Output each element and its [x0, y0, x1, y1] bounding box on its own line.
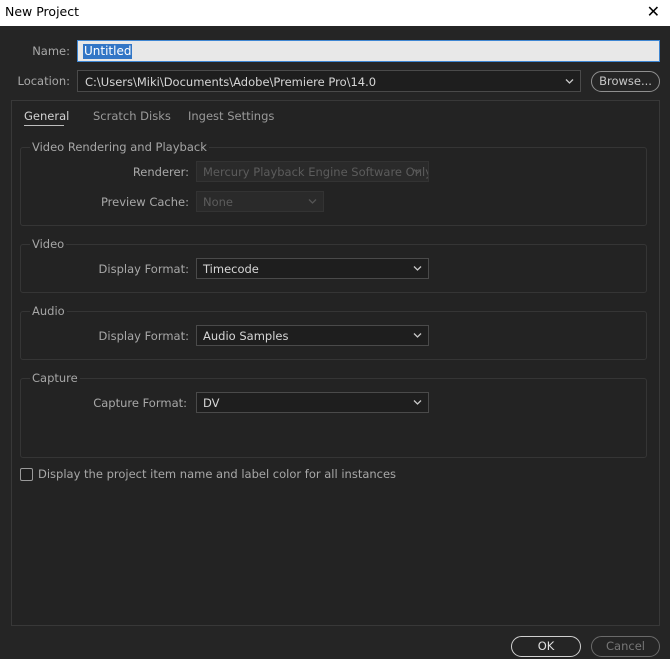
preview-cache-value: None [203, 195, 234, 209]
audio-display-format-dropdown[interactable]: Audio Samples [196, 325, 429, 346]
cancel-button[interactable]: Cancel [591, 636, 660, 657]
audio-display-format-label: Display Format: [98, 329, 189, 343]
video-rendering-title: Video Rendering and Playback [30, 140, 209, 154]
chevron-down-icon [308, 199, 317, 204]
ok-button[interactable]: OK [511, 636, 581, 657]
capture-format-value: DV [203, 396, 220, 410]
display-label-color-checkbox[interactable] [20, 468, 33, 481]
location-dropdown[interactable]: C:\Users\Miki\Documents\Adobe\Premiere P… [77, 70, 581, 92]
name-field-value: Untitled [83, 44, 133, 59]
chevron-down-icon [413, 400, 422, 405]
chevron-down-icon [413, 266, 422, 271]
preview-cache-dropdown[interactable]: None [196, 191, 324, 212]
audio-display-format-value: Audio Samples [203, 329, 289, 343]
active-tab-underline [24, 125, 64, 126]
video-display-format-label: Display Format: [98, 262, 189, 276]
close-icon[interactable]: ✕ [647, 2, 660, 22]
renderer-label: Renderer: [132, 165, 189, 179]
chevron-down-icon [413, 169, 422, 174]
chevron-down-icon [565, 79, 574, 84]
capture-format-dropdown[interactable]: DV [196, 392, 429, 413]
display-label-color-label: Display the project item name and label … [38, 467, 397, 481]
capture-title: Capture [30, 371, 80, 385]
renderer-value: Mercury Playback Engine Software Only [203, 165, 429, 179]
preview-cache-label: Preview Cache: [100, 195, 189, 209]
chevron-down-icon [413, 333, 422, 338]
tab-general[interactable]: General [24, 109, 69, 123]
browse-button[interactable]: Browse... [591, 71, 660, 92]
capture-format-label: Capture Format: [93, 396, 187, 410]
title-bar: New Project ✕ [0, 0, 670, 26]
video-rendering-group [20, 147, 647, 226]
name-field[interactable]: Untitled [77, 40, 660, 62]
tab-ingest-settings[interactable]: Ingest Settings [188, 109, 274, 123]
video-title: Video [30, 237, 67, 251]
window-title: New Project [5, 4, 80, 19]
location-label: Location: [17, 74, 70, 88]
renderer-dropdown[interactable]: Mercury Playback Engine Software Only [196, 161, 429, 182]
capture-group [20, 378, 647, 458]
location-value: C:\Users\Miki\Documents\Adobe\Premiere P… [85, 75, 377, 89]
audio-title: Audio [30, 304, 67, 318]
tab-scratch-disks[interactable]: Scratch Disks [93, 109, 171, 123]
video-display-format-value: Timecode [203, 262, 259, 276]
name-label: Name: [32, 44, 70, 58]
video-display-format-dropdown[interactable]: Timecode [196, 258, 429, 279]
